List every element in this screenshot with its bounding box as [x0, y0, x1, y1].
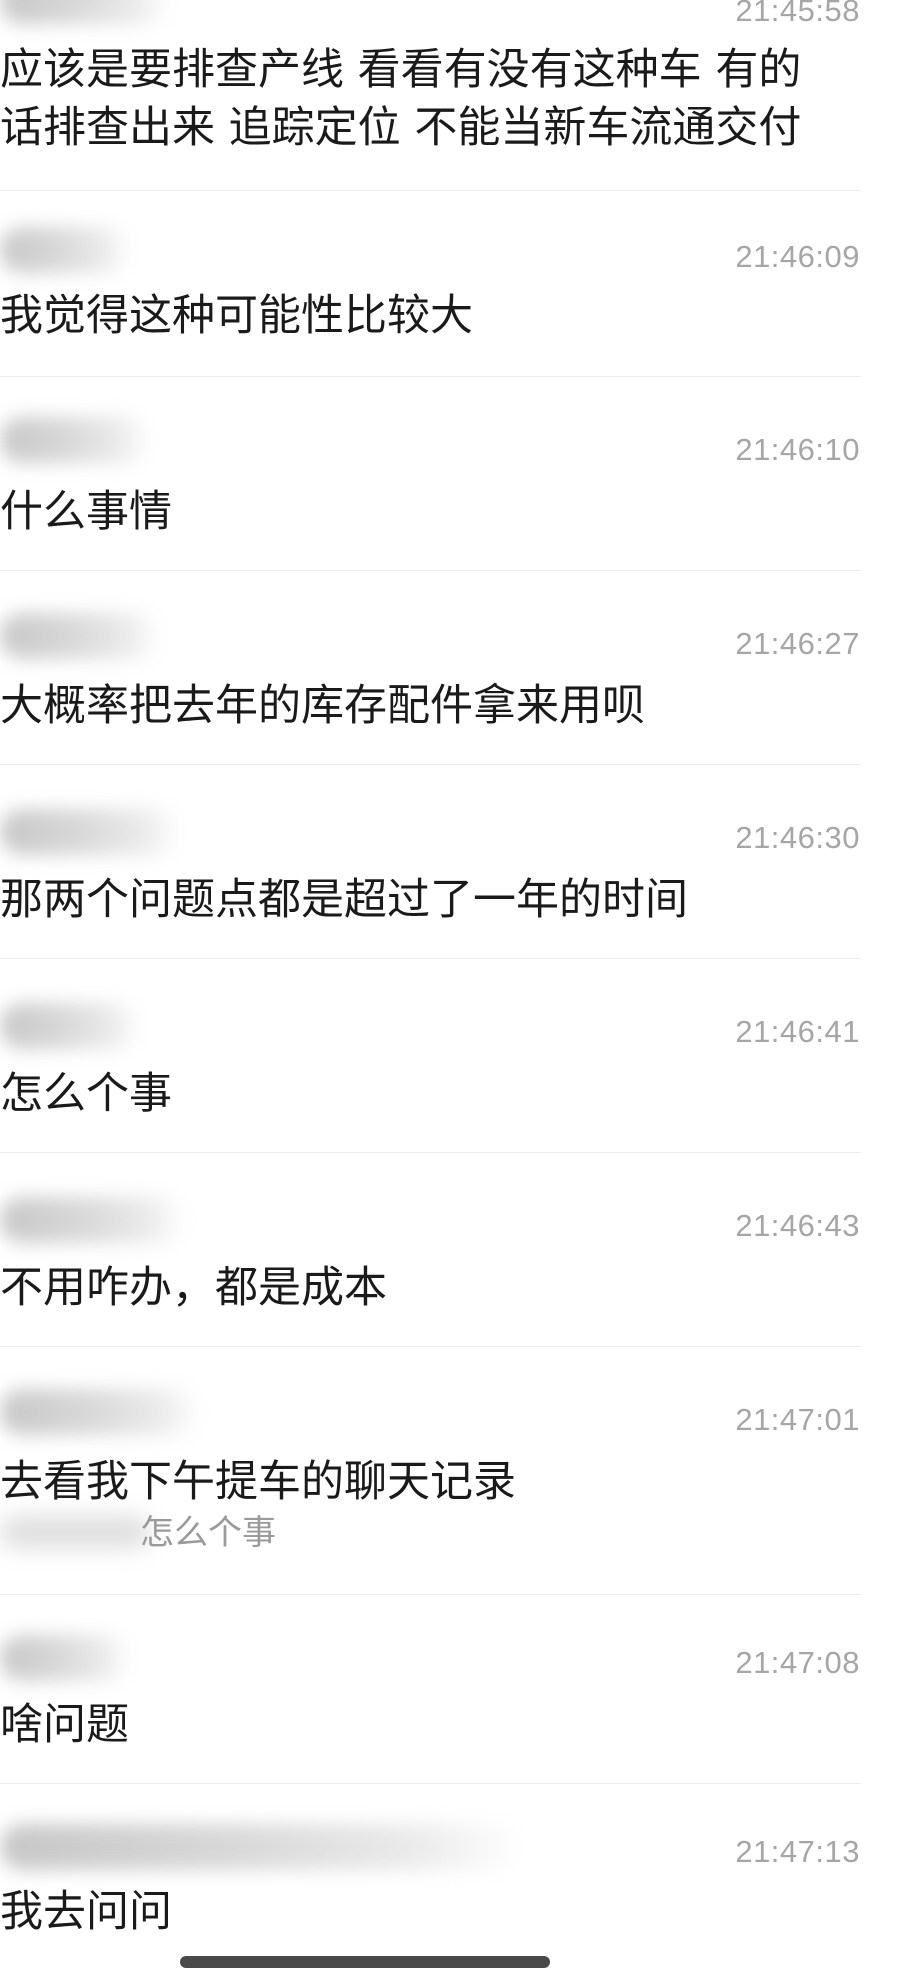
message-text-line: 我觉得这种可能性比较大 [0, 291, 473, 341]
sender-name-blurred [0, 1389, 200, 1435]
chat-message[interactable]: 21:46:09 我觉得这种可能性比较大 [0, 191, 860, 376]
sender-name-blurred [0, 613, 160, 659]
message-time: 21:46:09 [735, 239, 860, 274]
chat-message[interactable]: 21:47:08 啥问题 [0, 1595, 860, 1783]
chat-message[interactable]: 21:46:41 怎么个事 [0, 959, 860, 1152]
message-text-line: 应该是要排查产线 看看有没有这种车 有的 [0, 45, 802, 95]
message-text-line: 大概率把去年的库存配件拿来用呗 [0, 681, 645, 731]
chat-history-list[interactable]: 21:45:58 应该是要排查产线 看看有没有这种车 有的 话排查出来 追踪定位… [0, 0, 901, 1987]
message-text-line: 那两个问题点都是超过了一年的时间 [0, 875, 688, 925]
message-text-line: 话排查出来 追踪定位 不能当新车流通交付 [0, 103, 802, 153]
home-indicator[interactable] [180, 1956, 550, 1968]
chat-message[interactable]: 21:47:01 去看我下午提车的聊天记录 怎么个事 [0, 1347, 860, 1594]
message-text-line: 不用咋办，都是成本 [0, 1263, 387, 1313]
message-time: 21:46:30 [735, 820, 860, 855]
message-text-line: 怎么个事 [0, 1069, 172, 1119]
sender-name-blurred [0, 227, 130, 273]
chat-message[interactable]: 21:46:30 那两个问题点都是超过了一年的时间 [0, 765, 860, 958]
sender-name-blurred [0, 1635, 130, 1681]
message-text-line: 我去问问 [0, 1887, 172, 1937]
message-time: 21:46:41 [735, 1014, 860, 1049]
message-time: 21:47:13 [735, 1834, 860, 1869]
sender-name-blurred [0, 809, 180, 855]
message-time: 21:46:10 [735, 432, 860, 467]
sender-name-blurred [0, 0, 170, 24]
chat-message[interactable]: 21:46:27 大概率把去年的库存配件拿来用呗 [0, 571, 860, 764]
message-time: 21:47:01 [735, 1402, 860, 1437]
chat-message[interactable]: 21:46:10 什么事情 [0, 377, 860, 570]
message-time: 21:46:27 [735, 626, 860, 661]
sender-name-blurred [0, 417, 150, 463]
sender-name-blurred [0, 1003, 140, 1049]
message-text-line: 啥问题 [0, 1700, 129, 1750]
chat-message[interactable]: 21:46:43 不用咋办，都是成本 [0, 1153, 860, 1346]
quote-sender-blurred [0, 1517, 150, 1547]
message-time: 21:47:08 [735, 1645, 860, 1680]
chat-message[interactable]: 21:47:13 我去问问 [0, 1784, 860, 1944]
message-text-line: 去看我下午提车的聊天记录 [0, 1457, 516, 1507]
sender-name-blurred [0, 1824, 520, 1870]
message-time: 21:45:58 [735, 0, 860, 28]
message-text-line: 什么事情 [0, 487, 172, 537]
sender-name-blurred [0, 1197, 185, 1243]
quoted-message[interactable]: 怎么个事 [140, 1512, 276, 1554]
chat-message[interactable]: 21:45:58 应该是要排查产线 看看有没有这种车 有的 话排查出来 追踪定位… [0, 0, 860, 190]
message-time: 21:46:43 [735, 1208, 860, 1243]
